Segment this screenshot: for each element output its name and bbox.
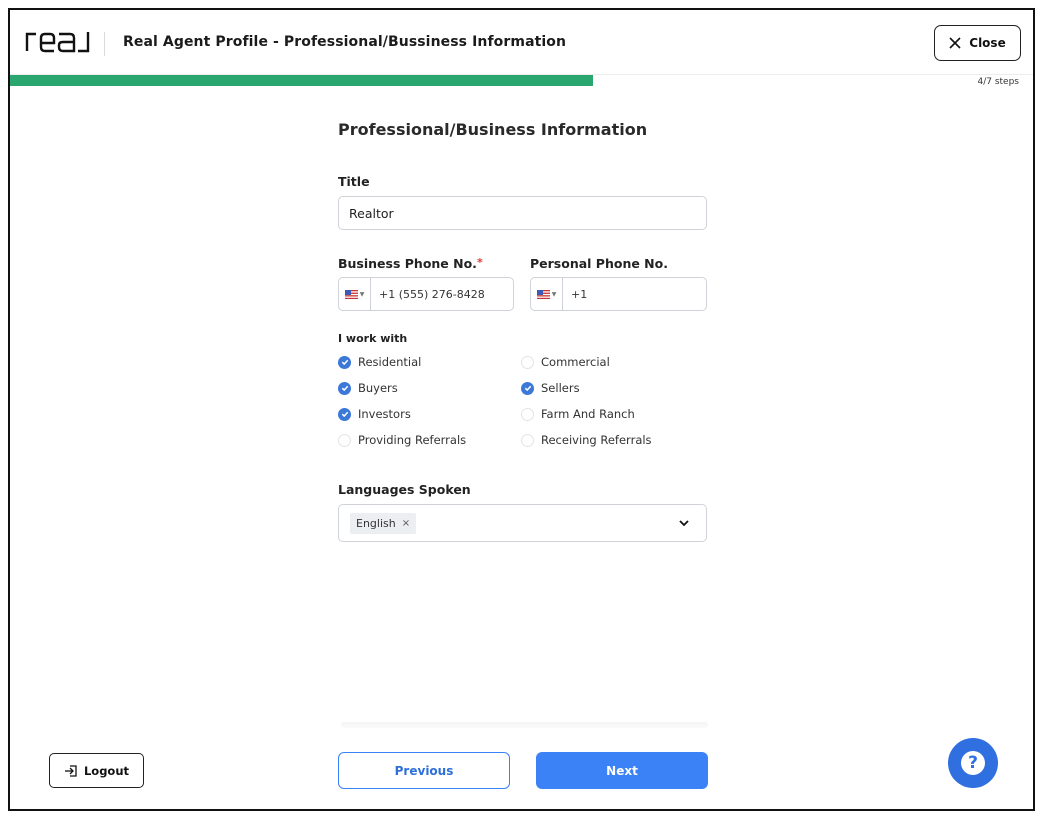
- logout-label: Logout: [83, 763, 130, 778]
- step-counter: 4/7 steps: [977, 77, 1019, 87]
- languages-select[interactable]: English ×: [338, 504, 707, 542]
- business-phone-field: ▼: [338, 277, 514, 311]
- help-icon: ?: [961, 751, 985, 775]
- help-button[interactable]: ?: [948, 738, 998, 788]
- work-option-label: Receiving Referrals: [541, 433, 652, 447]
- checked-checkbox-icon[interactable]: [338, 355, 351, 369]
- unchecked-checkbox-icon[interactable]: [521, 433, 534, 447]
- work-option-commercial[interactable]: Commercial: [521, 355, 610, 369]
- language-tag-label: English: [356, 516, 396, 530]
- work-option-label: Sellers: [541, 381, 580, 395]
- header-divider: [104, 32, 105, 56]
- logout-icon: [64, 764, 77, 777]
- personal-phone-field: ▼: [530, 277, 707, 311]
- page-title: Real Agent Profile - Professional/Bussin…: [123, 34, 567, 50]
- personal-phone-input[interactable]: [563, 287, 693, 301]
- work-option-label: Investors: [358, 407, 411, 421]
- unchecked-checkbox-icon[interactable]: [521, 355, 534, 369]
- work-option-residential[interactable]: Residential: [338, 355, 421, 369]
- work-with-label: I work with: [338, 332, 408, 345]
- work-option-label: Buyers: [358, 381, 398, 395]
- app-window: Real Agent Profile - Professional/Bussin…: [8, 8, 1035, 811]
- close-button[interactable]: Close: [934, 25, 1021, 61]
- section-title: Professional/Business Information: [338, 120, 648, 139]
- work-option-label: Residential: [358, 355, 422, 369]
- country-selector[interactable]: ▼: [339, 278, 371, 310]
- work-option-providing-referrals[interactable]: Providing Referrals: [338, 433, 466, 447]
- close-label: Close: [969, 36, 1006, 50]
- caret-icon: ▼: [551, 290, 557, 298]
- next-button[interactable]: Next: [536, 752, 708, 789]
- progress-fill: [10, 75, 594, 86]
- work-option-sellers[interactable]: Sellers: [521, 381, 580, 395]
- progress-bar: [10, 74, 1033, 86]
- profile-form: Professional/Business Information Title …: [338, 118, 708, 542]
- country-selector[interactable]: ▼: [531, 278, 563, 310]
- work-option-label: Farm And Ranch: [541, 407, 635, 421]
- scroll-divider: [341, 722, 708, 728]
- us-flag-icon: [536, 289, 550, 299]
- unchecked-checkbox-icon[interactable]: [338, 433, 351, 447]
- checked-checkbox-icon[interactable]: [338, 407, 351, 421]
- business-phone-label-text: Business Phone No.: [338, 256, 477, 271]
- logout-button[interactable]: Logout: [49, 753, 144, 788]
- business-phone-input[interactable]: [371, 287, 501, 301]
- work-option-label: Commercial: [541, 355, 610, 369]
- header: Real Agent Profile - Professional/Bussin…: [10, 10, 1033, 74]
- chevron-down-icon[interactable]: [678, 517, 690, 529]
- required-mark: *: [476, 256, 483, 269]
- unchecked-checkbox-icon[interactable]: [521, 407, 534, 421]
- personal-phone-label: Personal Phone No.: [530, 256, 668, 271]
- work-option-buyers[interactable]: Buyers: [338, 381, 398, 395]
- checked-checkbox-icon[interactable]: [338, 381, 351, 395]
- title-label: Title: [338, 174, 370, 189]
- work-option-farm-and-ranch[interactable]: Farm And Ranch: [521, 407, 635, 421]
- languages-label: Languages Spoken: [338, 482, 471, 497]
- remove-tag-icon[interactable]: ×: [402, 518, 410, 529]
- title-input[interactable]: [338, 196, 707, 230]
- work-option-investors[interactable]: Investors: [338, 407, 411, 421]
- real-logo: [25, 32, 90, 53]
- close-icon: [949, 37, 961, 49]
- previous-button[interactable]: Previous: [338, 752, 510, 789]
- work-option-label: Providing Referrals: [358, 433, 467, 447]
- us-flag-icon: [344, 289, 358, 299]
- checked-checkbox-icon[interactable]: [521, 381, 534, 395]
- caret-icon: ▼: [359, 290, 365, 298]
- work-option-receiving-referrals[interactable]: Receiving Referrals: [521, 433, 652, 447]
- language-tag: English ×: [350, 512, 417, 534]
- business-phone-label: Business Phone No.*: [338, 256, 483, 271]
